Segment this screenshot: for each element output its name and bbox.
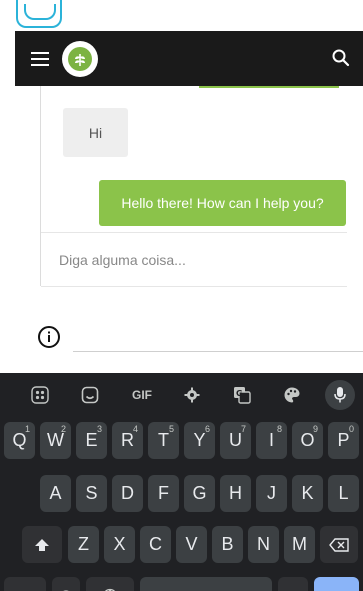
- svg-text:G: G: [236, 389, 243, 398]
- keyboard-toolbar: GIF G: [0, 373, 363, 417]
- chat-input-row: [41, 232, 347, 287]
- previous-bot-bubble: [199, 86, 339, 88]
- key-t[interactable]: T5: [148, 422, 179, 459]
- key-q[interactable]: Q1: [4, 422, 35, 459]
- key-j[interactable]: J: [256, 475, 287, 512]
- period-key[interactable]: .: [278, 577, 308, 591]
- chat-message-input[interactable]: [59, 251, 339, 268]
- apps-grid-icon[interactable]: [28, 383, 52, 407]
- user-message-bubble: Hi: [63, 108, 128, 157]
- key-u[interactable]: U7: [220, 422, 251, 459]
- emoji-icon[interactable]: [52, 577, 80, 591]
- menu-icon[interactable]: [31, 52, 49, 66]
- bot-message-bubble: Hello there! How can I help you?: [99, 180, 346, 226]
- key-y[interactable]: Y6: [184, 422, 215, 459]
- info-divider: [73, 351, 363, 352]
- globe-icon[interactable]: [86, 577, 134, 591]
- key-r[interactable]: R4: [112, 422, 143, 459]
- info-icon[interactable]: [37, 325, 61, 349]
- key-e[interactable]: E3: [76, 422, 107, 459]
- mic-icon[interactable]: [325, 380, 355, 410]
- app-logo-icon: [16, 0, 62, 28]
- gear-icon[interactable]: [180, 383, 204, 407]
- key-k[interactable]: K: [292, 475, 323, 512]
- app-header: [15, 31, 363, 86]
- soft-keyboard: GIF G Q 1 W 2 E 3 R 4 T 5 Y 6 U 7 I 8 O …: [0, 373, 363, 591]
- chat-screen: Hi Hello there! How can I help you? Diga…: [0, 0, 363, 591]
- key-h[interactable]: H: [220, 475, 251, 512]
- key-p[interactable]: P0: [328, 422, 359, 459]
- key-z[interactable]: Z: [68, 526, 99, 563]
- gif-button[interactable]: GIF: [126, 383, 158, 407]
- sticker-icon[interactable]: [78, 383, 102, 407]
- key-l[interactable]: L: [328, 475, 359, 512]
- key-a[interactable]: A: [40, 475, 71, 512]
- key-d[interactable]: D: [112, 475, 143, 512]
- key-w[interactable]: W2: [40, 422, 71, 459]
- translate-icon[interactable]: G: [230, 383, 254, 407]
- key-s[interactable]: S: [76, 475, 107, 512]
- key-o[interactable]: O9: [292, 422, 323, 459]
- key-g[interactable]: G: [184, 475, 215, 512]
- key-n[interactable]: N: [248, 526, 279, 563]
- backspace-icon[interactable]: [320, 526, 358, 563]
- key-m[interactable]: M: [284, 526, 315, 563]
- leaf-logo-icon: [62, 41, 98, 77]
- search-icon[interactable]: [331, 48, 351, 68]
- key-c[interactable]: C: [140, 526, 171, 563]
- shift-icon[interactable]: [22, 526, 62, 563]
- key-i[interactable]: I8: [256, 422, 287, 459]
- key-f[interactable]: F: [148, 475, 179, 512]
- symbols-key[interactable]: ?123: [4, 577, 46, 591]
- key-x[interactable]: X: [104, 526, 135, 563]
- space-key[interactable]: EN · PT: [140, 577, 272, 591]
- key-v[interactable]: V: [176, 526, 207, 563]
- info-row: [37, 325, 363, 355]
- arrow-right-icon[interactable]: [314, 577, 359, 591]
- palette-icon[interactable]: [280, 383, 304, 407]
- key-b[interactable]: B: [212, 526, 243, 563]
